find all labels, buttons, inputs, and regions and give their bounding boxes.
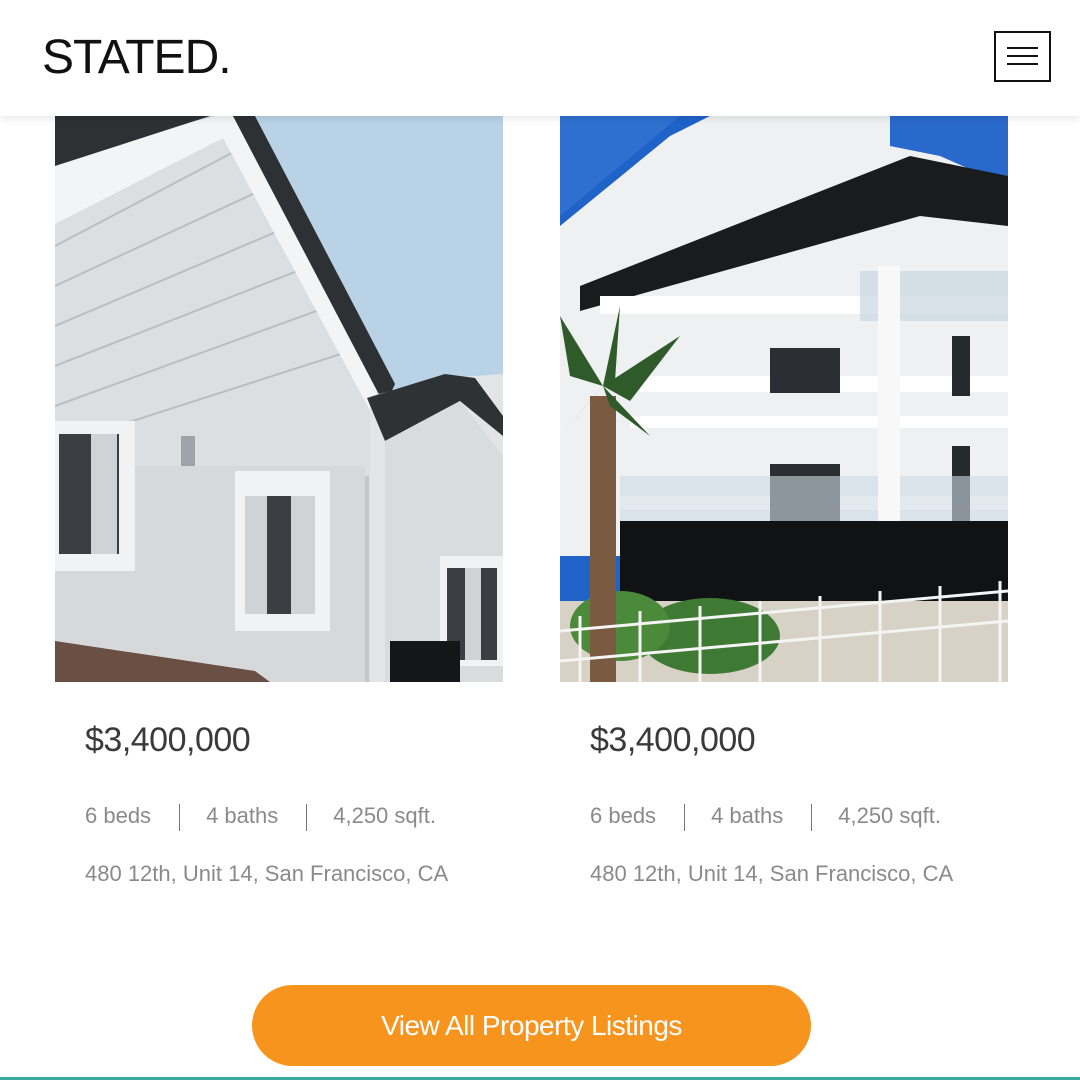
square-footage: 4,250 sqft. — [333, 803, 436, 828]
listing-address: 480 12th, Unit 14, San Francisco, CA — [590, 861, 954, 886]
listing-price: $3,400,000 — [85, 721, 251, 759]
menu-bar — [1007, 63, 1038, 65]
beds-count: 6 beds — [85, 803, 152, 828]
baths-count: 4 baths — [711, 803, 784, 828]
listing-price: $3,400,000 — [590, 721, 756, 759]
property-card[interactable]: $3,400,000 6 beds 4 baths 4,250 sqft. 480 … — [55, 116, 503, 886]
property-photo-apartment[interactable] — [560, 116, 1008, 682]
listing-address: 480 12th, Unit 14, San Francisco, CA — [85, 861, 449, 886]
spec-divider — [306, 803, 308, 831]
square-footage: 4,250 sqft. — [838, 803, 941, 828]
site-logo[interactable]: STATED. — [42, 30, 232, 86]
beds-count: 6 beds — [590, 803, 657, 828]
spec-divider — [684, 803, 686, 831]
listing-specs: 6 beds 4 baths 4,250 sqft. — [590, 802, 941, 831]
property-card[interactable]: $3,400,000 6 beds 4 baths 4,250 sqft. 480 … — [560, 116, 1008, 886]
listing-specs: 6 beds 4 baths 4,250 sqft. — [85, 802, 436, 831]
spec-divider — [179, 803, 181, 831]
menu-bar — [1007, 47, 1038, 49]
spec-divider — [811, 803, 813, 831]
menu-bar — [1007, 55, 1038, 57]
site-header: STATED. — [0, 0, 1080, 116]
hamburger-menu-icon[interactable] — [994, 31, 1051, 82]
view-all-listings-button[interactable]: View All Property Listings — [252, 985, 811, 1066]
baths-count: 4 baths — [206, 803, 279, 828]
property-photo-house[interactable] — [55, 116, 503, 682]
